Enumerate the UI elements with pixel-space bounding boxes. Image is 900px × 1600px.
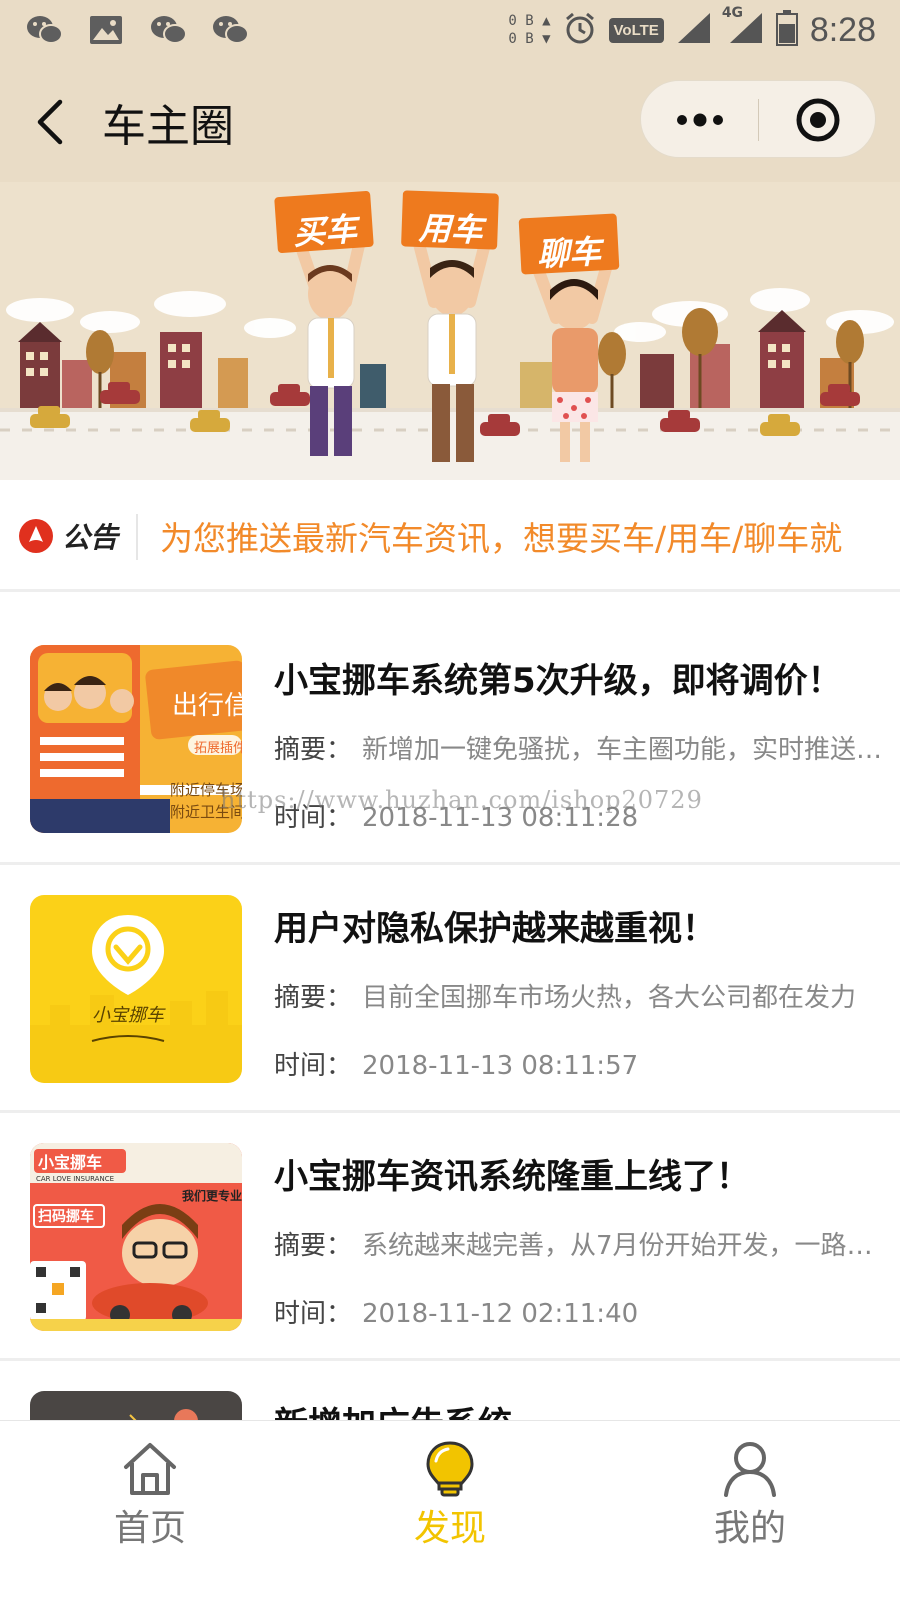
thumb-text-3: 扫码挪车	[38, 1209, 94, 1225]
article-thumbnail: 小宝挪车	[30, 895, 242, 1083]
chevron-left-icon[interactable]	[32, 92, 72, 152]
alarm-icon	[563, 11, 597, 49]
article-thumbnail: 出行信 拓展插件 附近停车场 附近卫生间	[30, 645, 242, 833]
signal-4g-icon: 4G	[722, 5, 764, 49]
clock: 8:28	[809, 10, 876, 49]
notice-marquee-text: 为您推送最新汽车资讯，想要买车/用车/聊车就	[160, 519, 843, 558]
list-item[interactable]: 小宝挪车 CAR LOVE INSURANCE 扫码挪车 我们更专业 小宝挪车资…	[0, 1113, 900, 1361]
tab-home-label: 首页	[113, 1508, 186, 1549]
megaphone-icon	[19, 519, 53, 553]
notice-tag: 公告	[62, 521, 119, 554]
summary-label: 摘要：	[274, 735, 353, 765]
summary-label: 摘要：	[274, 1231, 353, 1261]
nav-bar: 车主圈	[0, 62, 900, 182]
miniprogram-capsule	[640, 80, 876, 158]
summary-label: 摘要：	[274, 983, 353, 1013]
list-item[interactable]: 出行信 拓展插件 附近停车场 附近卫生间 小宝挪车系统第5次升级，即将调价！ 摘…	[0, 595, 900, 865]
list-item[interactable]: 小宝挪车 用户对隐私保护越来越重视！ 摘要： 目前全国挪车市场火热，各大公司都在发…	[0, 865, 900, 1113]
wechat-icon	[24, 12, 64, 48]
time-label: 时间：	[274, 1051, 353, 1081]
more-dots-icon[interactable]	[641, 81, 759, 159]
tab-discover-label: 发现	[413, 1508, 486, 1549]
article-time: 时间： 2018-11-13 08:11:57	[274, 1045, 884, 1082]
notice-logo: 公告	[18, 516, 118, 556]
thumb-text-1: 小宝挪车	[38, 1153, 103, 1172]
summary-text: 目前全国挪车市场火热，各大公司都在发力	[362, 983, 857, 1013]
tab-home[interactable]: 首页	[0, 1421, 300, 1600]
article-summary: 摘要： 新增加一键免骚扰，车主圈功能，实时推送最新汽车资讯	[274, 729, 884, 766]
summary-text: 系统越来越完善，从7月份开始开发，一路走来	[362, 1231, 884, 1261]
tab-bar: 首页 发现 我的	[0, 1420, 900, 1600]
tab-discover[interactable]: 发现	[300, 1421, 600, 1600]
sign-buy-car: 买车	[291, 209, 359, 253]
notice-bar[interactable]: 公告 为您推送最新汽车资讯，想要买车/用车/聊车就	[0, 480, 900, 592]
volte-badge: VoLTE	[608, 17, 664, 43]
net-speed: 0 B ▲ 0 B ▼	[508, 13, 551, 47]
page-title: 车主圈	[102, 101, 234, 152]
thumb-text-1: 小宝挪车	[92, 1005, 164, 1026]
signal-icon	[676, 11, 712, 49]
article-title[interactable]: 小宝挪车资讯系统隆重上线了！	[274, 1149, 750, 1198]
tab-profile[interactable]: 我的	[600, 1421, 900, 1600]
thumb-text-4: 我们更专业	[182, 1189, 242, 1203]
article-thumbnail: 小宝挪车 CAR LOVE INSURANCE 扫码挪车 我们更专业	[30, 1143, 242, 1331]
article-summary: 摘要： 目前全国挪车市场火热，各大公司都在发力	[274, 977, 884, 1014]
article-time: 时间： 2018-11-12 02:11:40	[274, 1293, 884, 1330]
time-value: 2018-11-12 02:11:40	[362, 1299, 639, 1329]
notice-divider	[136, 514, 138, 560]
thumb-text-1: 出行信	[172, 691, 242, 721]
wechat-icon	[148, 12, 188, 48]
article-title[interactable]: 小宝挪车系统第5次升级，即将调价！	[274, 653, 842, 702]
sign-chat-car: 聊车	[536, 232, 603, 274]
wechat-icon	[210, 12, 250, 48]
summary-text: 新增加一键免骚扰，车主圈功能，实时推送最新汽车资讯	[362, 735, 884, 765]
battery-icon	[775, 10, 798, 50]
status-bar: 0 B ▲ 0 B ▼ VoLTE 4G 8:28	[0, 0, 900, 62]
watermark-text: https://www.huzhan.com/ishop20729	[220, 786, 703, 814]
banner-carousel[interactable]: 买车 用车 聊车	[0, 182, 900, 480]
app-page: 0 B ▲ 0 B ▼ VoLTE 4G 8:28 车主圈 买车 用车 聊车 公…	[0, 0, 900, 1600]
tab-profile-label: 我的	[713, 1508, 786, 1549]
time-value: 2018-11-13 08:11:57	[362, 1051, 639, 1081]
article-title[interactable]: 用户对隐私保护越来越重视！	[274, 901, 716, 950]
article-summary: 摘要： 系统越来越完善，从7月份开始开发，一路走来	[274, 1225, 884, 1262]
target-circle-icon[interactable]	[759, 81, 877, 159]
sign-use-car: 用车	[418, 208, 484, 250]
home-icon	[124, 1443, 176, 1495]
lightbulb-icon	[426, 1441, 474, 1497]
gallery-icon	[86, 12, 126, 48]
user-icon	[724, 1442, 776, 1497]
time-label: 时间：	[274, 1299, 353, 1329]
thumb-text-2: 拓展插件	[194, 741, 242, 756]
thumb-text-2: CAR LOVE INSURANCE	[36, 1175, 115, 1183]
